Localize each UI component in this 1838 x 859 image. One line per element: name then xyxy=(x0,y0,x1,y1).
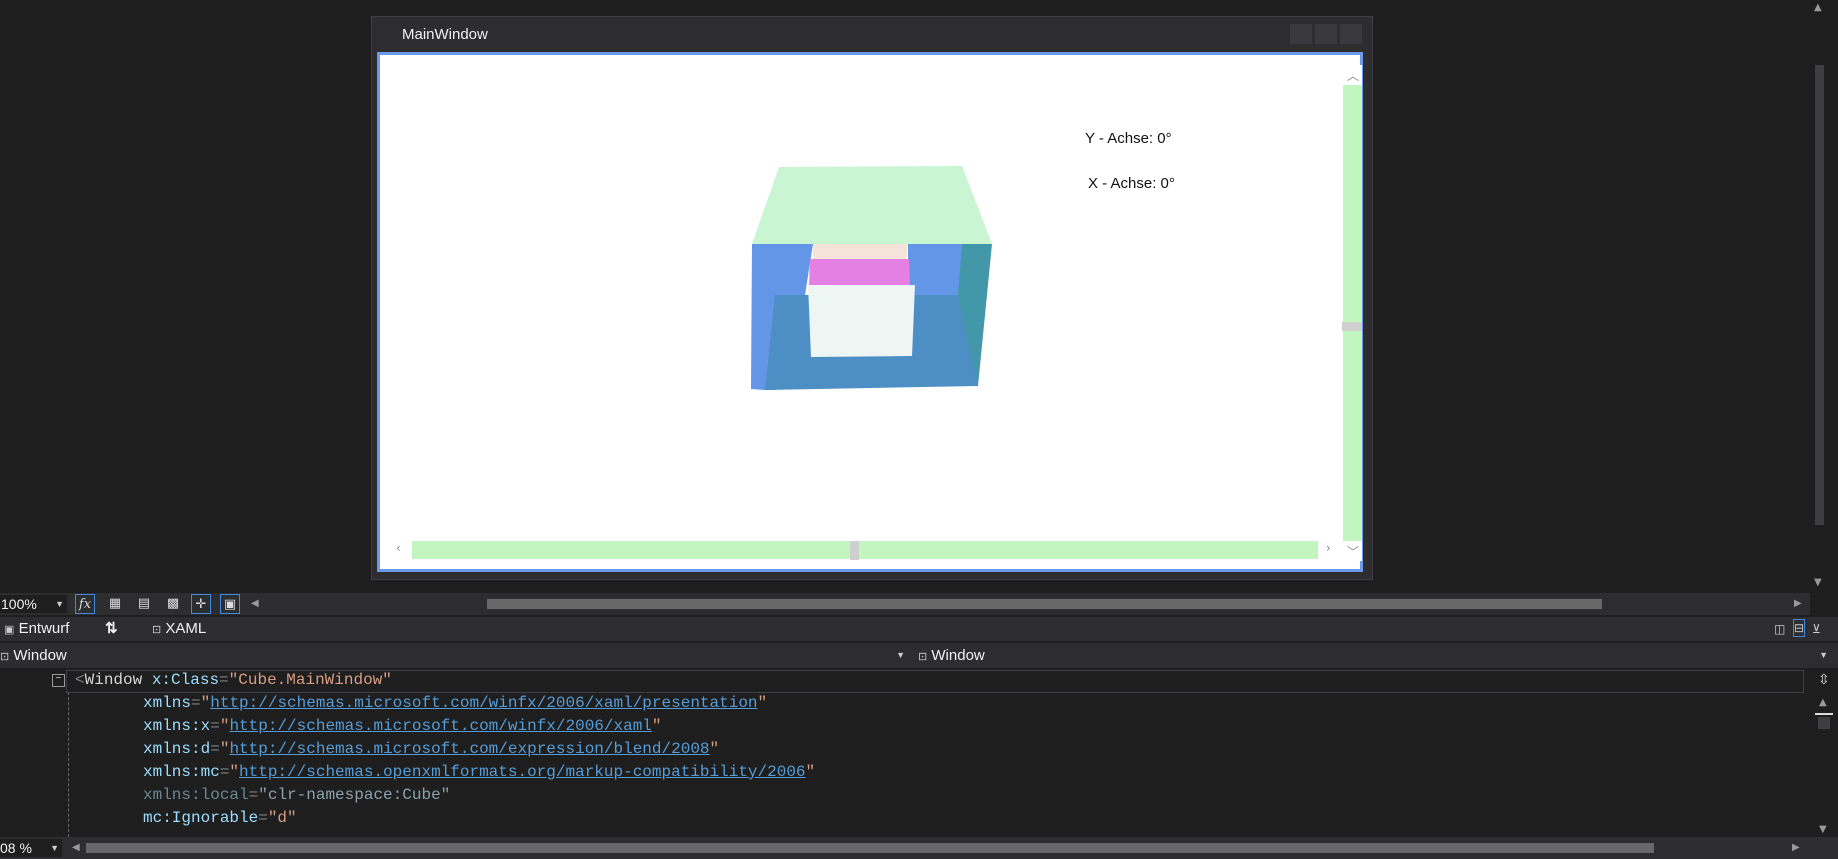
editor-vertical-scrollbar[interactable]: ⇳ ▲ ▼ xyxy=(1810,669,1838,837)
designer-canvas: MainWindow Y - Achse: 0° X - Achse: 0° ︿… xyxy=(0,0,1810,590)
window-titlebar: MainWindow xyxy=(372,17,1372,49)
horizontal-split-icon[interactable]: ⊟ xyxy=(1793,619,1806,637)
designer-vscroll-thumb[interactable] xyxy=(1815,65,1824,525)
chevron-down-icon[interactable]: ﹀ xyxy=(1347,543,1359,560)
element-scope-combo-left[interactable]: ⊡ Window ▼ xyxy=(0,645,905,666)
code-line-1[interactable]: <Window x:Class="Cube.MainWindow" xyxy=(75,669,392,692)
view-tab-strip: ▣ Entwurf ⇅ ⊡ XAML ◫ ⊟ ⊻ xyxy=(0,617,1838,641)
fx-effects-button[interactable]: fx xyxy=(75,594,95,614)
code-line-6[interactable]: xmlns:local="clr-namespace:Cube" xyxy=(143,784,450,807)
xaml-navigation-bar: ⊡ Window ▼ ⊡ Window ▼ xyxy=(0,643,1838,668)
zoom-value: 100% xyxy=(1,596,37,612)
maximize-button[interactable] xyxy=(1315,24,1337,44)
element-icon: ⊡ xyxy=(918,651,928,663)
code-line-3[interactable]: xmlns:x="http://schemas.microsoft.com/wi… xyxy=(143,715,662,738)
dropdown-arrow-icon: ▼ xyxy=(55,599,64,609)
scroll-right-arrow-icon[interactable]: ▶ xyxy=(1792,842,1800,853)
code-line-5[interactable]: xmlns:mc="http://schemas.openxmlformats.… xyxy=(143,761,815,784)
code-line-7[interactable]: mc:Ignorable="d" xyxy=(143,807,297,830)
scroll-left-arrow-icon[interactable]: ◀ xyxy=(251,598,259,609)
window-client-area: Y - Achse: 0° X - Achse: 0° ︿ ﹀ ‹ › xyxy=(380,55,1362,569)
chevron-left-icon[interactable]: ‹ xyxy=(396,541,401,555)
x-axis-slider[interactable]: ‹ › xyxy=(390,539,1342,561)
scroll-up-arrow-icon[interactable]: ▲ xyxy=(1814,2,1822,13)
tab-xaml[interactable]: ⊡ XAML xyxy=(152,619,206,639)
scroll-right-arrow-icon[interactable]: ▶ xyxy=(1794,598,1802,609)
x-slider-track[interactable] xyxy=(412,541,1318,559)
artboard-background-icon[interactable]: ▩ xyxy=(163,594,183,614)
project-code-icon[interactable]: ▣ xyxy=(220,594,240,614)
collapse-region-icon[interactable]: − xyxy=(52,674,65,687)
cube-viewport xyxy=(751,166,992,390)
window-title: MainWindow xyxy=(402,26,488,43)
cube-inner-front xyxy=(808,285,915,357)
zoom-combo[interactable]: 100% ▼ xyxy=(0,595,67,613)
dropdown-arrow-icon: ▼ xyxy=(1819,650,1828,660)
editor-vscroll-thumb[interactable] xyxy=(1818,717,1830,729)
chevron-up-icon[interactable]: ︿ xyxy=(1347,67,1359,84)
scroll-down-arrow-icon[interactable]: ▼ xyxy=(1814,577,1822,588)
editor-zoom-combo[interactable]: 08 % ▼ xyxy=(0,839,62,857)
editor-footer: 08 % ▼ ◀ ▶ xyxy=(0,837,1838,859)
designer-vertical-scrollbar[interactable]: ▲ ▼ xyxy=(1810,0,1828,590)
y-slider-track[interactable] xyxy=(1343,85,1362,541)
snap-lines-icon[interactable]: ✛ xyxy=(191,594,211,614)
designer-toolbar: 100% ▼ fx ▦ ▤ ▩ ✛ ▣ ◀ ▶ xyxy=(0,593,1810,615)
cube-inner-back-top xyxy=(813,244,908,261)
tab-design[interactable]: ▣ Entwurf xyxy=(4,619,69,639)
dropdown-arrow-icon: ▼ xyxy=(50,843,59,853)
xaml-code-editor[interactable]: − <Window x:Class="Cube.MainWindow" xmln… xyxy=(0,669,1810,837)
close-button[interactable] xyxy=(1340,24,1362,44)
cube-top-face xyxy=(752,166,992,244)
editor-hscroll-thumb[interactable] xyxy=(86,843,1654,853)
cube-back-left xyxy=(775,244,813,295)
cube-inner-pink xyxy=(809,259,910,287)
code-line-4[interactable]: xmlns:d="http://schemas.microsoft.com/ex… xyxy=(143,738,719,761)
minimize-button[interactable] xyxy=(1290,24,1312,44)
scroll-left-arrow-icon[interactable]: ◀ xyxy=(72,842,80,853)
y-axis-slider[interactable]: ︿ ﹀ xyxy=(1342,65,1362,561)
x-axis-label: X - Achse: 0° xyxy=(1088,175,1175,192)
code-line-2[interactable]: xmlns="http://schemas.microsoft.com/winf… xyxy=(143,692,767,715)
chevron-right-icon[interactable]: › xyxy=(1326,541,1331,555)
cube-back-right xyxy=(908,244,962,295)
y-axis-label: Y - Achse: 0° xyxy=(1085,130,1172,147)
vertical-split-icon[interactable]: ◫ xyxy=(1774,619,1785,639)
split-editor-icon[interactable]: ⇳ xyxy=(1818,671,1830,688)
designer-hscroll-thumb[interactable] xyxy=(487,599,1602,609)
grid-icon[interactable]: ▦ xyxy=(105,594,125,614)
main-window-preview: MainWindow Y - Achse: 0° X - Achse: 0° ︿… xyxy=(371,16,1373,580)
dropdown-arrow-icon: ▼ xyxy=(896,650,905,660)
element-icon: ⊡ xyxy=(0,651,10,663)
swap-panes-button[interactable]: ⇅ xyxy=(105,619,118,639)
scroll-up-arrow-icon[interactable]: ▲ xyxy=(1819,697,1827,708)
y-slider-thumb[interactable] xyxy=(1342,322,1362,331)
outline-guide xyxy=(68,692,69,837)
scroll-position-marker xyxy=(1815,713,1833,715)
collapse-pane-icon[interactable]: ⊻ xyxy=(1812,619,1821,639)
design-view-icon: ▣ xyxy=(4,624,15,636)
x-slider-thumb[interactable] xyxy=(850,541,859,560)
scroll-down-arrow-icon[interactable]: ▼ xyxy=(1819,824,1827,835)
xaml-view-icon: ⊡ xyxy=(152,624,162,636)
snap-grid-icon[interactable]: ▤ xyxy=(134,594,154,614)
window-client-border: Y - Achse: 0° X - Achse: 0° ︿ ﹀ ‹ › xyxy=(377,52,1363,572)
element-scope-combo-right[interactable]: ⊡ Window ▼ xyxy=(918,645,1828,666)
